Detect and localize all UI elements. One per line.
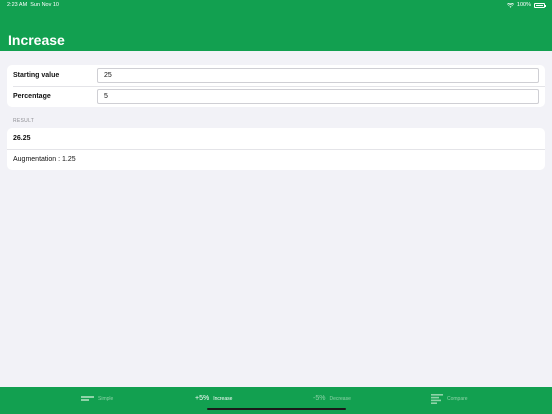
battery-icon [534, 3, 546, 8]
tab-simple[interactable]: Simple [81, 392, 113, 406]
header-bar: 2:23 AM Sun Nov 10 100% Increase [0, 0, 552, 51]
result-value: 26.25 [13, 135, 31, 142]
status-bar: 2:23 AM Sun Nov 10 100% [0, 0, 552, 11]
tab-increase-label: Increase [213, 396, 233, 402]
plus-percent-icon: +5% [195, 395, 210, 402]
input-card: Starting value Percentage [7, 65, 545, 107]
home-indicator[interactable] [207, 408, 346, 410]
result-card: 26.25 Augmentation : 1.25 [7, 128, 545, 170]
tab-compare-label: Compare [447, 396, 468, 402]
compare-bars-icon [431, 394, 443, 404]
bars-icon [81, 396, 94, 401]
tab-compare[interactable]: Compare [431, 392, 468, 406]
status-time: 2:23 AM Sun Nov 10 [7, 2, 59, 8]
wifi-icon [506, 3, 514, 8]
starting-value-input[interactable] [97, 68, 539, 83]
battery-percent: 100% [516, 2, 531, 8]
percentage-input[interactable] [97, 89, 539, 104]
augmentation-text: Augmentation : 1.25 [13, 156, 76, 163]
result-divider [7, 149, 545, 150]
page-title: Increase [8, 32, 65, 48]
tab-decrease-label: Decrease [329, 396, 351, 402]
tab-decrease[interactable]: -5% Decrease [313, 392, 351, 406]
minus-percent-icon: -5% [313, 395, 326, 402]
percentage-row: Percentage [7, 86, 545, 107]
starting-value-row: Starting value [7, 65, 545, 86]
tab-simple-label: Simple [98, 396, 114, 402]
result-section-header: RESULT [13, 118, 35, 124]
status-right: 100% [506, 0, 546, 11]
starting-value-label: Starting value [13, 72, 60, 79]
tab-increase[interactable]: +5% Increase [195, 392, 232, 406]
percentage-label: Percentage [13, 93, 51, 100]
